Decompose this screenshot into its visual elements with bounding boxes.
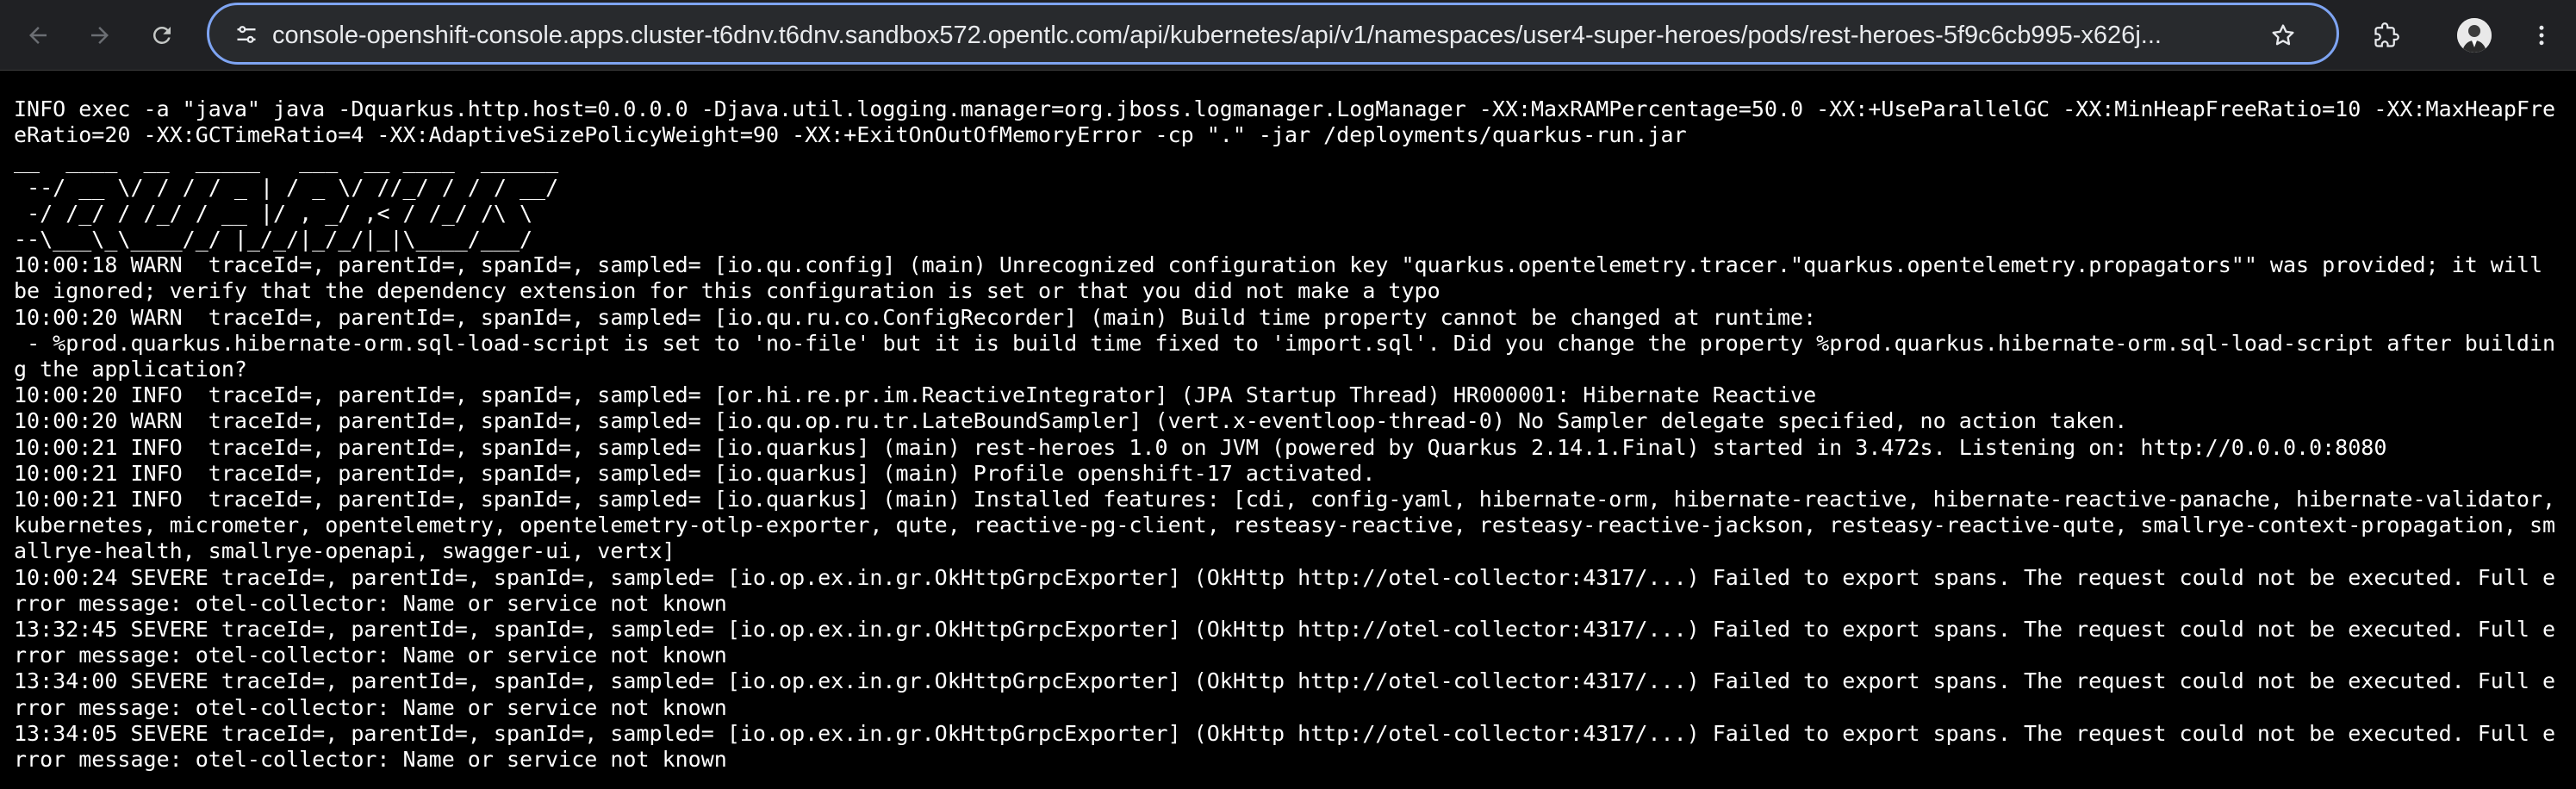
arrow-left-icon (29, 27, 47, 44)
ascii-banner-line: __ ____ __ _____ ___ __ ____ ______ (14, 148, 572, 174)
kebab-menu-icon (2539, 25, 2544, 46)
reload-button[interactable] (141, 15, 183, 56)
tune-icon[interactable] (233, 22, 259, 47)
log-line: 13:34:00 SEVERE traceId=, parentId=, spa… (14, 668, 2556, 720)
arrow-right-icon (91, 27, 109, 44)
url-text[interactable]: console-openshift-console.apps.cluster-t… (272, 20, 2230, 51)
extensions-button[interactable] (2366, 15, 2407, 56)
log-line: 10:00:18 WARN traceId=, parentId=, spanI… (14, 252, 2556, 304)
address-bar[interactable]: console-openshift-console.apps.cluster-t… (207, 3, 2339, 65)
puzzle-icon (2374, 22, 2399, 47)
log-line: 10:00:21 INFO traceId=, parentId=, spanI… (14, 487, 2569, 564)
log-line: 13:34:05 SEVERE traceId=, parentId=, spa… (14, 720, 2556, 773)
log-line: 10:00:21 INFO traceId=, parentId=, spanI… (14, 434, 2387, 460)
pod-log-output: INFO exec -a "java" java -Dquarkus.http.… (14, 96, 2564, 773)
back-button[interactable] (17, 15, 59, 56)
star-icon[interactable] (2268, 20, 2299, 51)
reload-icon (152, 26, 171, 44)
avatar[interactable] (2457, 18, 2492, 53)
log-line: INFO exec -a "java" java -Dquarkus.http.… (14, 96, 2556, 148)
log-line: 10:00:20 WARN traceId=, parentId=, spanI… (14, 304, 1817, 330)
browser-toolbar: console-openshift-console.apps.cluster-t… (0, 0, 2576, 71)
forward-button[interactable] (79, 15, 121, 56)
ascii-banner-line: --/ __ \/ / / / _ | / _ \/ //_/ / / / __… (14, 174, 572, 200)
ascii-banner-line: --\___\_\____/_/ |_/_/|_/_/|_|\____/___/ (14, 227, 572, 252)
log-line: 10:00:20 WARN traceId=, parentId=, spanI… (14, 408, 2128, 434)
log-line: 10:00:21 INFO traceId=, parentId=, spanI… (14, 460, 1376, 486)
ascii-banner-line: -/ /_/ / /_/ / __ |/ , _/ ,< / /_/ /\ \ (14, 200, 572, 226)
log-line: 10:00:20 INFO traceId=, parentId=, spanI… (14, 382, 1817, 408)
log-line: 13:32:45 SEVERE traceId=, parentId=, spa… (14, 617, 2556, 668)
log-line: 10:00:24 SEVERE traceId=, parentId=, spa… (14, 564, 2556, 616)
log-line: - %prod.quarkus.hibernate-orm.sql-load-s… (14, 330, 2556, 382)
browser-menu-button[interactable] (2521, 15, 2562, 56)
